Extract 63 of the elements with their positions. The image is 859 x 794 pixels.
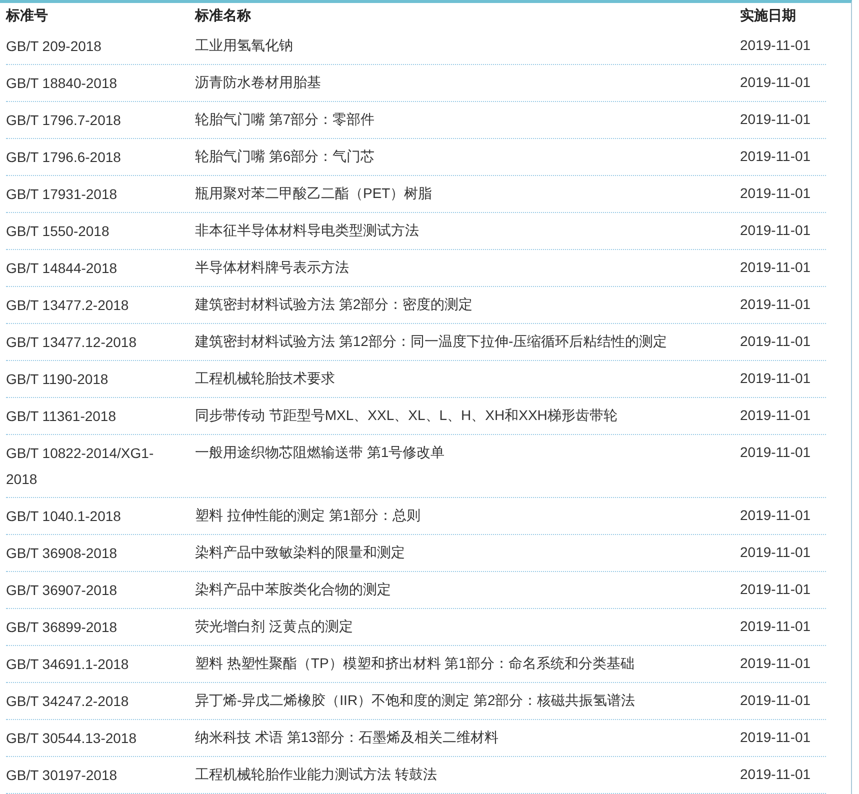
table-cell-text: 一般用途织物芯阻燃输送带 第1号修改单 [195, 443, 446, 462]
table-cell-text: 工程机械轮胎技术要求 [195, 369, 336, 388]
table-cell-text: GB/T 13477.12-2018 [6, 333, 138, 352]
table-cell-text: 2019-11-01 [740, 332, 812, 351]
table-cell-text: 染料产品中致敏染料的限量和测定 [195, 543, 406, 562]
table-cell-text: 2019-11-01 [740, 543, 812, 562]
table-cell-text: GB/T 1190-2018 [6, 370, 110, 389]
table-cell-text: GB/T 30544.13-2018 [6, 729, 138, 748]
table-cell-text: 2019-11-01 [740, 691, 812, 710]
table-cell-text: 轮胎气门嘴 第6部分：气门芯 [195, 147, 376, 166]
table-cell-text: GB/T 11361-2018 [6, 407, 118, 426]
table-cell-text: 染料产品中苯胺类化合物的测定 [195, 580, 392, 599]
table-cell-text: 工业用氢氧化钠 [195, 36, 294, 55]
table-cell-text: GB/T 36899-2018 [6, 618, 118, 637]
table-cell-text: GB/T 30197-2018 [6, 766, 118, 785]
table-cell-text: GB/T 34691.1-2018 [6, 655, 130, 674]
table-cell-text: GB/T 36908-2018 [6, 544, 118, 563]
table-cell-text: 2019-11-01 [740, 73, 812, 92]
table-cell-text: 塑料 拉伸性能的测定 第1部分：总则 [195, 506, 422, 525]
table-cell-text: GB/T 34247.2-2018 [6, 692, 130, 711]
table-cell-text: GB/T 10822-2014/XG1-2018 [6, 444, 155, 489]
table-cell-text: 非本征半导体材料导电类型测试方法 [195, 221, 420, 240]
column-header: 标准名称 [195, 6, 252, 24]
table-cell-text: 2019-11-01 [740, 443, 812, 462]
table-cell-text: GB/T 36907-2018 [6, 581, 118, 600]
table-cell-text: 2019-11-01 [740, 295, 812, 314]
table-cell-text: 2019-11-01 [740, 369, 812, 388]
table-cell-text: 沥青防水卷材用胎基 [195, 73, 322, 92]
table-cell-text: 工程机械轮胎作业能力测试方法 转鼓法 [195, 765, 438, 784]
table-cell-text: GB/T 209-2018 [6, 37, 102, 56]
table-cell-text: 同步带传动 节距型号MXL、XXL、XL、L、H、XH和XXH梯形齿带轮 [195, 406, 618, 425]
table-cell-text: 2019-11-01 [740, 221, 812, 240]
table-cell-text: 2019-11-01 [740, 765, 812, 784]
table-cell-text: 2019-11-01 [740, 580, 812, 599]
table-cell-text: 2019-11-01 [740, 406, 812, 425]
table-cell-text: 瓶用聚对苯二甲酸乙二酯（PET）树脂 [195, 184, 434, 203]
table-cell-text: 2019-11-01 [740, 110, 812, 129]
table-cell-text: 2019-11-01 [740, 184, 812, 203]
table-cell-text: 2019-11-01 [740, 728, 812, 747]
table-cell-text: 建筑密封材料试验方法 第2部分：密度的测定 [195, 295, 474, 314]
table-cell-text: 2019-11-01 [740, 617, 812, 636]
table-cell-text: 2019-11-01 [740, 258, 812, 277]
table-cell-text: 异丁烯-异戊二烯橡胶（IIR）不饱和度的测定 第2部分：核磁共振氢谱法 [195, 691, 636, 710]
table-cell-text: GB/T 13477.2-2018 [6, 296, 130, 315]
table-cell-text: 2019-11-01 [740, 147, 812, 166]
column-header: 标准号 [6, 6, 49, 24]
table-cell-text: GB/T 1550-2018 [6, 222, 110, 241]
table-cell-text: 2019-11-01 [740, 36, 812, 55]
table-cell-text: GB/T 14844-2018 [6, 259, 118, 278]
table-cell-text: 荧光增白剂 泛黄点的测定 [195, 617, 354, 636]
table-cell-text: GB/T 1796.7-2018 [6, 111, 122, 130]
table-cell-text: 半导体材料牌号表示方法 [195, 258, 350, 277]
table-cell-text: GB/T 17931-2018 [6, 185, 118, 204]
table-cell-text: 2019-11-01 [740, 506, 812, 525]
table-cell-text: 纳米科技 术语 第13部分：石墨烯及相关二维材料 [195, 728, 500, 747]
table-cell-text: 2019-11-01 [740, 654, 812, 673]
table-cell-text: GB/T 1796.6-2018 [6, 148, 122, 167]
table-cell-text: 建筑密封材料试验方法 第12部分：同一温度下拉伸-压缩循环后粘结性的测定 [195, 332, 668, 351]
column-header: 实施日期 [740, 6, 797, 24]
table-cell-text: GB/T 18840-2018 [6, 74, 118, 93]
table-cell-text: 塑料 热塑性聚酯（TP）模塑和挤出材料 第1部分：命名系统和分类基础 [195, 654, 636, 673]
table-cell-text: 轮胎气门嘴 第7部分：零部件 [195, 110, 376, 129]
table-cell-text: GB/T 1040.1-2018 [6, 507, 122, 526]
